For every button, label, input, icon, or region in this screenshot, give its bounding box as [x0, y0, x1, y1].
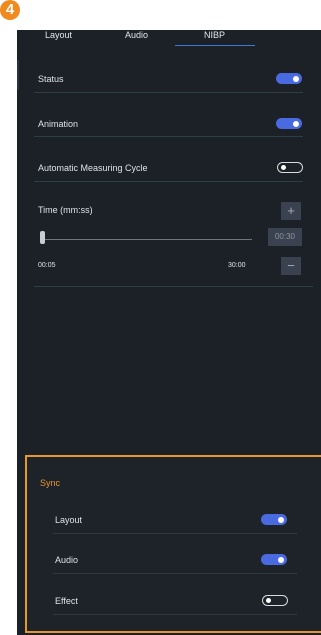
sync-effect-label: Effect	[55, 596, 78, 606]
minus-icon: −	[287, 258, 295, 273]
settings-panel: Layout Audio NIBP Status Animation Autom…	[17, 30, 321, 635]
divider	[34, 92, 303, 93]
time-value-field[interactable]: 00:30	[268, 228, 302, 246]
time-slider-track[interactable]	[42, 239, 252, 240]
plus-icon: +	[287, 203, 295, 218]
animation-label: Animation	[38, 119, 79, 129]
sync-section: Sync Layout Audio Effect	[25, 455, 321, 633]
status-toggle[interactable]	[276, 73, 302, 84]
time-label: Time (mm:ss)	[38, 205, 93, 215]
auto-cycle-toggle[interactable]	[277, 162, 303, 173]
tab-nibp[interactable]: NIBP	[204, 30, 225, 40]
toggle-knob	[278, 516, 284, 523]
divider	[53, 573, 297, 574]
sync-effect-toggle[interactable]	[262, 595, 288, 606]
decrement-button[interactable]: −	[281, 257, 301, 275]
animation-toggle[interactable]	[276, 118, 302, 129]
step-number-badge: 4	[0, 0, 20, 20]
sync-layout-toggle[interactable]	[261, 514, 287, 525]
auto-cycle-label: Automatic Measuring Cycle	[38, 163, 148, 173]
divider	[34, 181, 303, 182]
toggle-knob	[265, 597, 271, 603]
divider	[34, 136, 303, 137]
sync-audio-toggle[interactable]	[261, 554, 287, 565]
increment-button[interactable]: +	[281, 202, 301, 220]
toggle-knob	[293, 120, 299, 127]
sync-layout-label: Layout	[55, 515, 83, 525]
sync-title: Sync	[40, 478, 61, 488]
divider	[34, 286, 313, 287]
divider	[53, 614, 297, 615]
toggle-knob	[293, 75, 299, 82]
active-tab-indicator	[175, 45, 255, 46]
toggle-knob	[280, 164, 286, 170]
sidebar-edge-marker	[17, 60, 19, 90]
tab-audio[interactable]: Audio	[125, 30, 148, 40]
divider	[53, 533, 297, 534]
time-slider-thumb[interactable]	[40, 231, 45, 244]
tab-layout[interactable]: Layout	[45, 30, 72, 40]
slider-max-label: 30:00	[228, 262, 246, 269]
sync-audio-label: Audio	[55, 555, 79, 565]
toggle-knob	[278, 556, 284, 563]
slider-min-label: 00:05	[38, 262, 56, 269]
status-label: Status	[38, 74, 64, 84]
tab-bar: Layout Audio NIBP	[17, 30, 321, 46]
